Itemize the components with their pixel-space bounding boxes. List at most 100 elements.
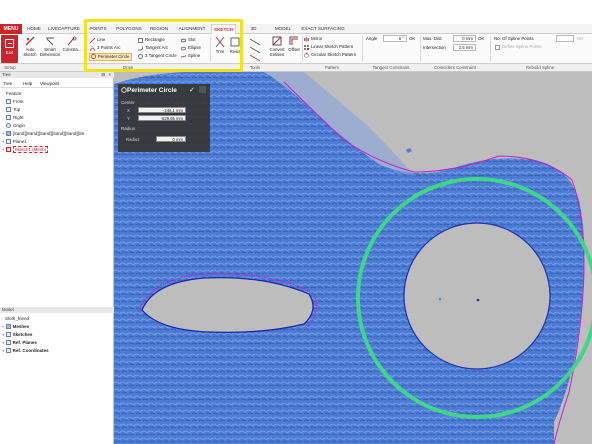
expand-icon[interactable]: + [2,147,4,152]
center-y-field[interactable]: -529.65 mm [138,115,186,121]
offset-label: Offset [288,47,300,52]
tab-3d-sketch[interactable]: 3D SKETCH [241,24,266,41]
expand-icon[interactable]: + [2,324,4,329]
center-x-field[interactable]: -248.1 mm [138,107,186,113]
rectangle-tool[interactable]: Rectangle [145,37,165,43]
expand-icon[interactable]: + [2,131,4,136]
offset-button[interactable]: Offset [287,36,301,52]
tab-exact-surfacing[interactable]: EXACT SURFACING [299,24,347,34]
dialog-cancel-icon[interactable] [199,86,206,93]
linear-sketch-pattern-icon [304,45,309,50]
intersection-field[interactable]: 2.5 mm [453,44,476,51]
tab-help[interactable]: Help [23,80,32,88]
model-item-ref-coordinates[interactable]: + Ref. Coordinates [2,347,115,355]
circular-sketch-pattern-tool[interactable]: Circular Sketch Pattern [311,52,356,58]
convert-entities-label: Convert Entities [269,47,285,57]
trim-button[interactable]: Trim [213,36,227,54]
max-dist-ok-button[interactable]: OK [478,36,484,42]
tab-tree[interactable]: Tree [3,80,12,88]
three-points-arc-tool[interactable]: 3 Points Arc [97,45,120,51]
line-tool[interactable]: Line [97,37,105,43]
tab-alignment[interactable]: ALIGNMENT [175,24,209,34]
ellipse-tool[interactable]: Ellipse [188,45,201,51]
define-spline-points-checkbox[interactable] [495,45,500,50]
tree-item-sand-mesh[interactable]: + [Sand][Sand][Sand][Sand][Sand][Se [2,130,115,138]
slot-tool[interactable]: Slot [188,37,196,43]
constraint-icon [67,36,77,46]
expand-icon[interactable]: + [2,332,4,337]
spline-tool[interactable]: Spline [188,53,200,59]
spline-points-field[interactable] [556,35,574,42]
circle-center-point [476,298,480,302]
convert-entities-button[interactable]: Convert Entities [266,36,288,57]
tab-home[interactable]: HOME [24,24,44,34]
tab-model[interactable]: MODEL [272,24,294,34]
max-dist-label: Max. Dist. [423,36,443,41]
tab-sketch[interactable]: SKETCH [211,24,236,34]
three-tangent-circle-tool[interactable]: 3 Tangent Circle [145,53,177,59]
spline-points-label: No. Of Spline Points [494,36,534,41]
exit-button[interactable]: Exit [1,35,18,63]
model-root[interactable]: Sloth_friend [5,315,118,323]
resize-button[interactable]: Resiz [228,36,242,54]
angle-field[interactable]: 5 ° [383,35,407,42]
ribbon-separator [302,36,303,62]
left-panel: Tree ⊟ × Tree Help Viewpoint Feature Fro… [0,72,114,444]
group-setup-label: Setup [4,65,16,70]
sketch-icon [5,147,11,153]
tree-item-top[interactable]: Top [6,106,119,114]
smart-dimension-icon [46,37,54,46]
tree-item-right[interactable]: Right [6,114,119,122]
rectangle-icon [138,38,143,43]
model-item-sketches[interactable]: + Sketches [2,331,115,339]
menu-tab[interactable]: MENU [0,24,22,34]
mesh-icon [5,131,11,137]
tab-polygons[interactable]: POLYGONS [114,24,144,34]
three-points-arc-icon [90,47,95,51]
tree-item-sketch1[interactable]: + Sketch1 (Mesh) [2,146,115,154]
angle-ok-button[interactable]: OK [409,36,415,42]
constraint-label: Constra... [62,47,82,52]
plane-icon [6,99,11,105]
exit-label: Exit [5,50,14,55]
model-item-label: Sketches [12,332,33,337]
radius-field[interactable]: 0 mm [156,136,186,142]
tab-livecapture[interactable]: LIVECAPTURE [47,24,81,34]
panel-close-icon[interactable]: × [108,72,111,78]
circle-cutout [404,223,550,369]
define-spline-points-label: Define Spline Points [502,44,542,49]
constraint-button[interactable]: Constra... [62,36,82,52]
offset-icon [289,36,298,45]
ribbon-separator [210,36,211,62]
tab-region[interactable]: REGION [147,24,171,34]
linear-sketch-pattern-tool[interactable]: Linear Sketch Pattern [311,44,353,50]
expand-icon[interactable]: + [2,340,4,345]
tangent-arc-tool[interactable]: Tangent Arc [145,45,168,51]
smart-dimension-button[interactable]: Smart Dimension [39,36,61,57]
mirror-icon [304,37,309,42]
model-item-meshes[interactable]: + Meshes [2,323,115,331]
group-pattern-label: Pattern [324,65,340,70]
y-label: Y [127,116,130,121]
sketch-edit-tools-icon[interactable] [248,37,262,62]
dialog-ok-icon[interactable]: ✓ [189,86,195,94]
tab-viewpoint[interactable]: Viewpoint [40,80,59,88]
model-item-label: Ref. Coordinates [12,348,49,353]
panel-pin-icon[interactable]: ⊟ [101,72,105,78]
model-item-ref-planes[interactable]: + Ref. Planes [2,339,115,347]
auto-sketch-button[interactable]: Auto Sketch [21,36,39,57]
tree-item-origin[interactable]: Origin [6,122,119,130]
slot-icon [181,38,186,43]
spline-points-ok-button[interactable]: OK [577,36,583,42]
tab-points[interactable]: POINTS [86,24,110,34]
three-tangent-circle-icon [138,54,143,59]
max-dist-field[interactable]: 0 mm [453,35,476,42]
plane-icon [6,115,11,121]
smart-dimension-label: Smart Dimension [39,47,61,57]
mirror-tool[interactable]: Mirror [311,36,322,42]
ribbon-separator [362,36,363,62]
expand-icon[interactable]: + [2,139,4,144]
expand-icon[interactable]: + [2,348,4,353]
tree-item-plane1[interactable]: + Plane1 [2,138,115,146]
tree-item-front[interactable]: Front [6,98,119,106]
